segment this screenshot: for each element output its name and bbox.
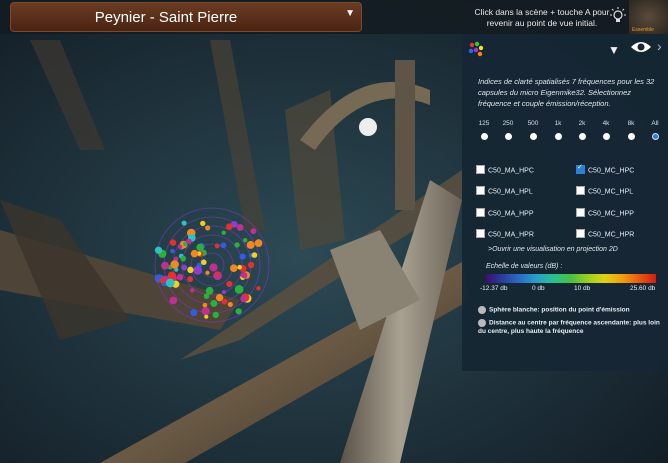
frequency-label: All: [651, 120, 659, 127]
frequency-selector: 125 250 500 1k 2k 4k 8k All: [472, 120, 668, 146]
checkbox[interactable]: [476, 165, 485, 174]
lightbulb-icon[interactable]: [608, 6, 628, 26]
option-label: C50_MA_HPC: [488, 167, 534, 175]
scene-thumbnail[interactable]: Essemble: [629, 0, 668, 34]
collapse-triangle-icon[interactable]: ▼: [608, 43, 620, 57]
frequency-radio-selected[interactable]: [651, 133, 659, 140]
option-label: C50_MA_HPR: [488, 231, 534, 239]
distance-note: Distance au centre par fréquence ascenda…: [478, 319, 664, 336]
option-label: C50_MA_HPL: [488, 188, 533, 196]
option-label: C50_MA_HPP: [488, 210, 534, 218]
option-c50-mc-hpc[interactable]: C50_MC_HPC: [576, 163, 635, 175]
frequency-option[interactable]: 250: [496, 120, 520, 140]
frequency-option[interactable]: 2k: [570, 120, 594, 140]
scale-tick-max: 25.60 db: [630, 285, 656, 292]
checkbox[interactable]: [576, 229, 585, 238]
frequency-radio[interactable]: [578, 133, 586, 140]
location-select[interactable]: Peynier - Saint Pierre ▼: [10, 2, 362, 32]
checkbox[interactable]: [476, 229, 485, 238]
frequency-radio[interactable]: [529, 133, 537, 140]
info-icon: [478, 319, 486, 327]
top-bar: Peynier - Saint Pierre ▼ Click dans la s…: [0, 0, 668, 34]
option-label: C50_MC_HPL: [588, 188, 634, 196]
checkbox[interactable]: [576, 208, 585, 217]
checkbox[interactable]: [576, 186, 585, 195]
value-scale-title: Echelle de valeurs (dB) :: [486, 263, 563, 270]
frequency-label: 1k: [554, 120, 562, 127]
white-sphere-note: Sphère blanche: position du point d'émis…: [478, 306, 630, 314]
frequency-label: 125: [478, 120, 490, 127]
frequency-radio[interactable]: [627, 133, 635, 140]
option-c50-ma-hpl[interactable]: C50_MA_HPL: [476, 186, 533, 196]
frequency-option[interactable]: 1k: [546, 120, 570, 140]
option-c50-ma-hpc[interactable]: C50_MA_HPC: [476, 165, 534, 175]
option-label: C50_MC_HPC: [588, 167, 635, 175]
option-c50-mc-hpr[interactable]: C50_MC_HPR: [576, 229, 635, 239]
frequency-label: 8k: [627, 120, 635, 127]
info-icon: [478, 306, 486, 314]
frequency-option[interactable]: 4k: [594, 120, 618, 140]
checkbox[interactable]: [476, 186, 485, 195]
settings-panel: ▼ › Indices de clarté spatialisés 7 fréq…: [462, 34, 668, 371]
frequency-label: 250: [502, 120, 514, 127]
frequency-option[interactable]: All: [643, 120, 667, 140]
frequency-label: 2k: [578, 120, 586, 127]
panel-description: Indices de clarté spatialisés 7 fréquenc…: [478, 77, 655, 108]
frequency-option[interactable]: 8k: [619, 120, 643, 140]
frequency-label: 4k: [602, 120, 610, 127]
checkbox[interactable]: [476, 208, 485, 217]
chevron-right-icon[interactable]: ›: [657, 38, 662, 54]
option-c50-mc-hpl[interactable]: C50_MC_HPL: [576, 186, 634, 196]
frequency-radio[interactable]: [480, 133, 488, 140]
option-label: C50_MC_HPR: [588, 231, 635, 239]
frequency-label: 500: [527, 120, 539, 127]
eye-icon[interactable]: [630, 40, 652, 54]
frequency-radio[interactable]: [554, 133, 562, 140]
emission-point-sphere: [359, 118, 377, 136]
frequency-radio[interactable]: [504, 133, 512, 140]
checkbox-checked[interactable]: [576, 163, 585, 174]
open-2d-projection-link[interactable]: >Ouvrir une visualisation en projection …: [488, 246, 618, 253]
scale-tick-zero: 0 db: [532, 285, 545, 292]
scale-tick-min: -12.37 db: [480, 285, 508, 292]
option-c50-mc-hpp[interactable]: C50_MC_HPP: [576, 208, 634, 218]
frequency-option[interactable]: 125: [472, 120, 496, 140]
scene-thumbnail-label: Essemble: [632, 27, 654, 33]
white-sphere-note-text: Sphère blanche: position du point d'émis…: [489, 306, 630, 314]
option-c50-ma-hpr[interactable]: C50_MA_HPR: [476, 229, 534, 239]
location-select-value: Peynier - Saint Pierre: [94, 9, 238, 26]
sphere-logo-icon[interactable]: [467, 40, 485, 58]
option-label: C50_MC_HPP: [588, 210, 634, 218]
chevron-down-icon: ▼: [345, 8, 355, 19]
frequency-option[interactable]: 500: [521, 120, 545, 140]
reset-view-hint: Click dans la scène + touche A pour reve…: [474, 7, 610, 28]
frequency-radio[interactable]: [602, 133, 610, 140]
distance-note-text: Distance au centre par fréquence ascenda…: [478, 319, 660, 335]
scale-tick-ten: 10 db: [574, 285, 591, 292]
color-scale-bar: [486, 274, 656, 283]
option-c50-ma-hpp[interactable]: C50_MA_HPP: [476, 208, 534, 218]
